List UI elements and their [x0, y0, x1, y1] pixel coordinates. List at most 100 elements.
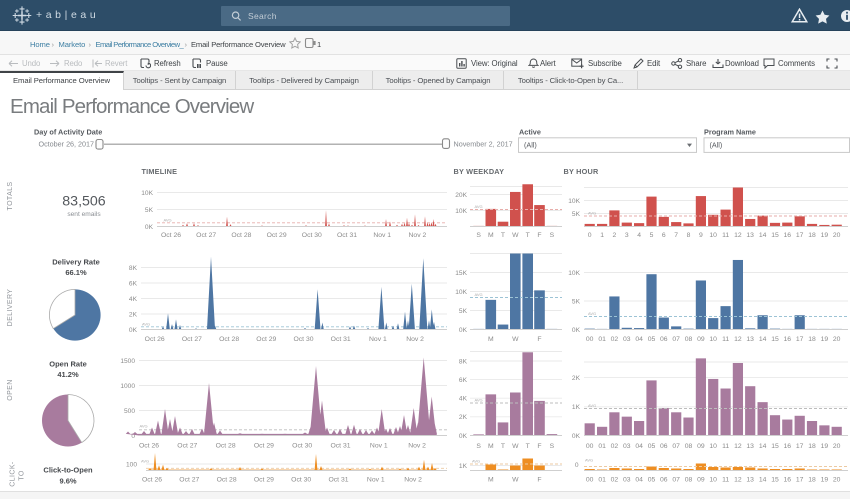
svg-text:M: M — [488, 232, 494, 239]
svg-text:14: 14 — [759, 336, 767, 343]
svg-text:F: F — [537, 232, 541, 239]
svg-text:15: 15 — [771, 232, 779, 239]
svg-text:10K: 10K — [455, 208, 467, 215]
svg-text:05: 05 — [648, 476, 656, 483]
svg-text:Oct 29: Oct 29 — [256, 336, 276, 343]
svg-text:T: T — [501, 232, 505, 239]
svg-text:Open Rate: Open Rate — [49, 360, 87, 369]
svg-text:Oct 29: Oct 29 — [267, 232, 287, 239]
svg-text:08: 08 — [685, 476, 693, 483]
svg-text:M: M — [488, 443, 494, 450]
svg-text:01: 01 — [598, 443, 606, 450]
svg-text:5K: 5K — [572, 298, 581, 305]
svg-text:5K: 5K — [145, 207, 154, 214]
svg-text:T: T — [526, 443, 530, 450]
svg-text:Oct 28: Oct 28 — [216, 442, 236, 449]
svg-text:1500: 1500 — [120, 358, 135, 365]
svg-text:09: 09 — [697, 443, 705, 450]
svg-text:00: 00 — [586, 336, 594, 343]
svg-text:AVG: AVG — [142, 321, 150, 326]
svg-text:BY HOUR: BY HOUR — [564, 167, 599, 176]
svg-text:11: 11 — [722, 443, 729, 450]
svg-text:Oct 27: Oct 27 — [179, 476, 199, 483]
svg-text:10K: 10K — [568, 198, 580, 205]
svg-text:0: 0 — [575, 462, 579, 469]
svg-text:04: 04 — [635, 336, 643, 343]
svg-text:5K: 5K — [572, 211, 581, 218]
svg-text:0K: 0K — [572, 327, 581, 334]
svg-text:Oct 26: Oct 26 — [161, 232, 181, 239]
svg-text:0K: 0K — [145, 224, 154, 231]
svg-text:AVG: AVG — [140, 423, 148, 428]
svg-text:TIMELINE: TIMELINE — [142, 167, 178, 176]
svg-text:Oct 30: Oct 30 — [291, 476, 311, 483]
svg-text:11: 11 — [722, 232, 729, 239]
svg-text:10: 10 — [709, 476, 717, 483]
svg-text:10: 10 — [709, 336, 717, 343]
svg-text:OPEN: OPEN — [7, 379, 14, 400]
svg-text:15: 15 — [771, 476, 779, 483]
svg-text:W: W — [512, 232, 519, 239]
svg-text:19: 19 — [821, 336, 829, 343]
svg-text:20K: 20K — [455, 192, 467, 199]
svg-text:19: 19 — [821, 232, 829, 239]
svg-text:AVG: AVG — [475, 204, 483, 209]
svg-text:Nov 1: Nov 1 — [373, 232, 391, 239]
svg-text:W: W — [512, 476, 519, 483]
svg-text:Nov 1: Nov 1 — [369, 336, 387, 343]
svg-text:F: F — [537, 443, 541, 450]
svg-text:0K: 0K — [459, 433, 468, 440]
svg-text:14: 14 — [759, 476, 767, 483]
svg-text:8K: 8K — [129, 265, 138, 272]
svg-text:DELIVERY: DELIVERY — [7, 289, 14, 327]
svg-text:5: 5 — [650, 232, 654, 239]
svg-text:06: 06 — [660, 476, 668, 483]
svg-text:16: 16 — [784, 476, 792, 483]
svg-text:13: 13 — [746, 336, 754, 343]
svg-text:Oct 27: Oct 27 — [182, 336, 202, 343]
svg-text:05: 05 — [648, 336, 656, 343]
svg-text:13: 13 — [746, 443, 754, 450]
svg-text:08: 08 — [685, 336, 693, 343]
svg-text:(All): (All) — [524, 141, 537, 150]
svg-text:19: 19 — [821, 443, 829, 450]
svg-text:9: 9 — [699, 232, 703, 239]
svg-text:0K: 0K — [129, 327, 138, 334]
svg-text:4K: 4K — [129, 296, 138, 303]
svg-text:01: 01 — [598, 336, 606, 343]
svg-text:Oct 26: Oct 26 — [145, 336, 165, 343]
svg-text:AVG: AVG — [588, 210, 596, 215]
svg-text:M: M — [488, 336, 494, 343]
svg-text:10: 10 — [709, 232, 717, 239]
svg-text:20: 20 — [833, 443, 841, 450]
svg-text:09: 09 — [697, 476, 705, 483]
svg-text:November 2, 2017: November 2, 2017 — [454, 139, 513, 148]
svg-text:18: 18 — [808, 476, 816, 483]
svg-text:15K: 15K — [455, 270, 467, 277]
svg-text:AVG: AVG — [475, 292, 483, 297]
svg-text:Oct 30: Oct 30 — [293, 336, 313, 343]
svg-text:18: 18 — [808, 336, 816, 343]
svg-text:6: 6 — [662, 232, 666, 239]
svg-text:5K: 5K — [459, 308, 468, 315]
svg-text:7: 7 — [674, 232, 678, 239]
svg-text:1K: 1K — [572, 404, 581, 411]
svg-text:14: 14 — [759, 232, 767, 239]
svg-text:66.1%: 66.1% — [65, 268, 87, 277]
svg-text:8: 8 — [687, 232, 691, 239]
svg-text:Oct 26: Oct 26 — [142, 476, 162, 483]
svg-text:T: T — [501, 443, 505, 450]
svg-text:15: 15 — [771, 336, 779, 343]
svg-text:16: 16 — [784, 232, 792, 239]
svg-text:06: 06 — [660, 336, 668, 343]
svg-text:Oct 31: Oct 31 — [337, 232, 357, 239]
svg-text:17: 17 — [796, 443, 804, 450]
svg-text:1000: 1000 — [120, 383, 135, 390]
svg-text:AVG: AVG — [588, 311, 596, 316]
svg-text:02: 02 — [611, 476, 619, 483]
svg-text:Active: Active — [519, 128, 541, 137]
svg-text:TO: TO — [19, 470, 26, 481]
svg-text:Day of Activity Date: Day of Activity Date — [34, 128, 102, 137]
svg-text:Oct 28: Oct 28 — [219, 336, 239, 343]
svg-text:08: 08 — [685, 443, 693, 450]
